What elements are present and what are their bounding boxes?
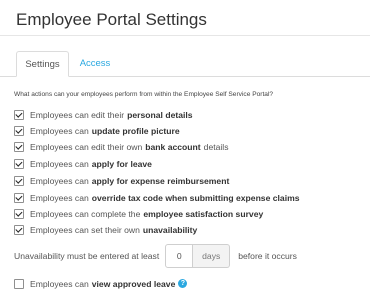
option-personal-details: Employees can edit their personal detail… xyxy=(14,108,193,121)
option-bold-text: employee satisfaction survey xyxy=(143,208,264,219)
option-apply-leave: Employees can apply for leave xyxy=(14,157,152,170)
option-text: Employees can xyxy=(30,125,89,136)
option-bold-text: unavailability xyxy=(142,224,198,235)
personal-details-checkbox[interactable] xyxy=(14,109,24,120)
option-text: Employees can edit their own xyxy=(30,141,143,152)
option-satisfaction-survey: Employees can complete the employee sati… xyxy=(14,207,263,220)
option-bold-text: update profile picture xyxy=(91,125,180,136)
option-text: Employees can xyxy=(30,278,89,289)
title-divider xyxy=(0,35,370,36)
option-unavailability: Employees can set their own unavailabili… xyxy=(14,223,197,236)
option-view-approved-leave: Employees can view approved leave ? xyxy=(14,277,188,290)
override-tax-code-checkbox[interactable] xyxy=(14,192,24,203)
option-text: Employees can xyxy=(30,158,89,169)
view-approved-leave-checkbox[interactable] xyxy=(14,278,24,289)
option-bold-text: personal details xyxy=(127,109,193,120)
option-text: Employees can edit their xyxy=(30,109,125,120)
profile-picture-checkbox[interactable] xyxy=(14,125,24,136)
unavailability-notice-row: Unavailability must be entered at least … xyxy=(14,244,297,268)
question-circle-icon[interactable]: ? xyxy=(178,279,188,288)
option-override-tax-code: Employees can override tax code when sub… xyxy=(14,191,300,204)
tab-settings[interactable]: Settings xyxy=(16,51,69,77)
option-bold-text: apply for leave xyxy=(91,158,152,169)
unavailability-after-label: before it occurs xyxy=(238,251,297,261)
option-expense-reimbursement: Employees can apply for expense reimburs… xyxy=(14,174,229,187)
bank-account-checkbox[interactable] xyxy=(14,141,24,152)
expense-reimbursement-checkbox[interactable] xyxy=(14,175,24,186)
tab-bar: Settings Access xyxy=(0,51,370,77)
option-profile-picture: Employees can update profile picture xyxy=(14,124,180,137)
option-text-after: details xyxy=(203,141,229,152)
option-bold-text: view approved leave xyxy=(91,278,176,289)
apply-leave-checkbox[interactable] xyxy=(14,158,24,169)
option-text: Employees can xyxy=(30,192,89,203)
unavailability-label: Unavailability must be entered at least xyxy=(14,251,160,261)
option-text: Employees can xyxy=(30,175,89,186)
satisfaction-survey-checkbox[interactable] xyxy=(14,208,24,219)
permissions-question: What actions can your employees perform … xyxy=(14,91,274,98)
option-text: Employees can complete the xyxy=(30,208,141,219)
option-bold-text: override tax code when submitting expens… xyxy=(91,192,300,203)
option-bank-account: Employees can edit their own bank accoun… xyxy=(14,140,229,153)
page-title: Employee Portal Settings xyxy=(16,10,207,29)
days-addon: days xyxy=(193,244,231,268)
notice-days-input[interactable] xyxy=(165,244,194,268)
unavailability-checkbox[interactable] xyxy=(14,224,24,235)
option-text: Employees can set their own xyxy=(30,224,140,235)
option-bold-text: bank account xyxy=(145,141,201,152)
tab-access[interactable]: Access xyxy=(72,51,118,76)
option-bold-text: apply for expense reimbursement xyxy=(91,175,230,186)
